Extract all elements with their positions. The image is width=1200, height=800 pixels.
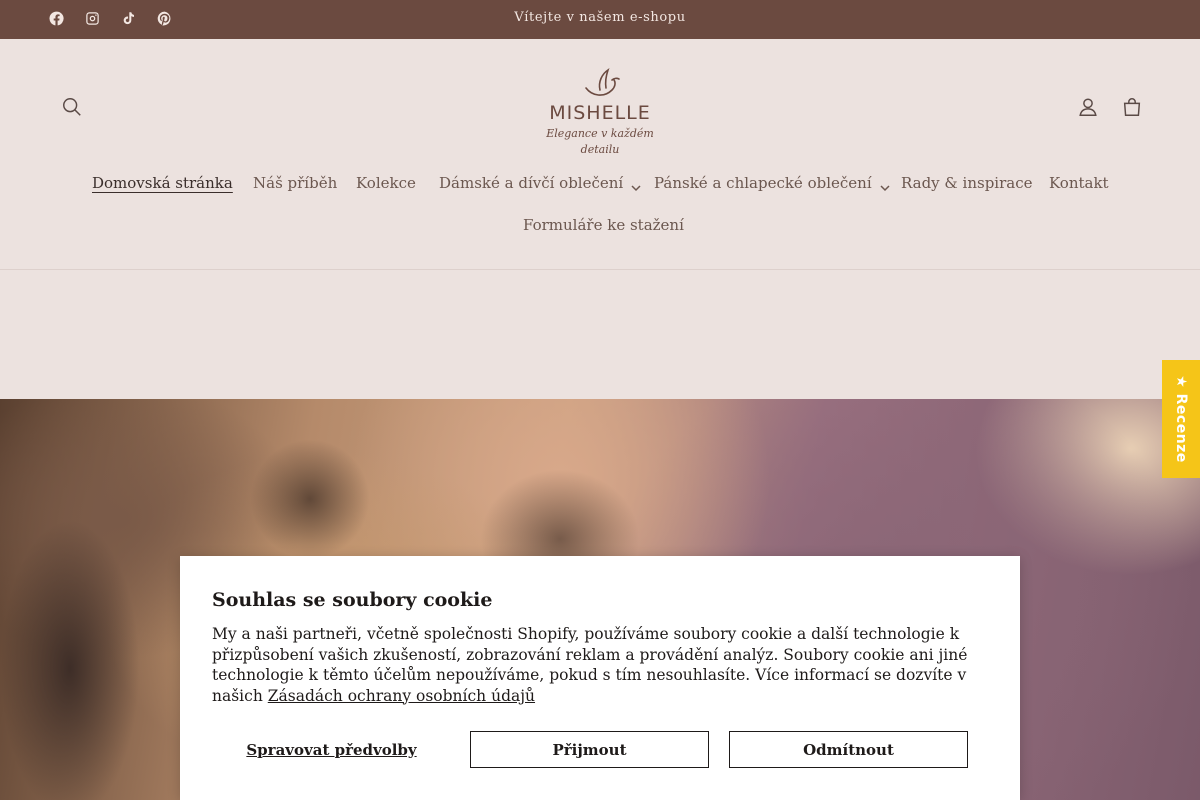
nav-contact[interactable]: Kontakt	[1049, 174, 1109, 192]
nav-home[interactable]: Domovská stránka	[92, 174, 233, 192]
site-header: MISHELLE Elegance v každém detailu Domov…	[0, 39, 1200, 270]
chevron-down-icon	[880, 179, 890, 192]
nav-womens-clothing[interactable]: Dámské a dívčí oblečení	[439, 174, 641, 192]
manage-preferences-button[interactable]: Spravovat předvolby	[212, 731, 451, 768]
empty-banner	[0, 270, 1200, 399]
bird-logo-icon	[585, 68, 620, 96]
cart-icon[interactable]	[1119, 94, 1145, 120]
search-icon[interactable]	[59, 94, 85, 120]
privacy-policy-link[interactable]: Zásadách ochrany osobních údajů	[268, 687, 535, 705]
cookie-text: My a naši partneři, včetně společnosti S…	[212, 624, 992, 706]
announcement-message: Vítejte v našem e-shopu	[514, 10, 686, 25]
reviews-tab-label: ★ Recenze	[1173, 375, 1190, 463]
cookie-title: Souhlas se soubory cookie	[212, 589, 493, 611]
nav-collections[interactable]: Kolekce	[356, 174, 416, 192]
accept-button[interactable]: Přijmout	[470, 731, 709, 768]
announcement-bar: Vítejte v našem e-shopu	[0, 0, 1200, 39]
hero-shadow	[250, 439, 370, 559]
account-icon[interactable]	[1075, 94, 1101, 120]
chevron-down-icon	[631, 179, 641, 192]
reviews-tab[interactable]: ★ Recenze	[1162, 360, 1200, 478]
nav-mens-clothing[interactable]: Pánské a chlapecké oblečení	[654, 174, 890, 192]
nav-womens-label: Dámské a dívčí oblečení	[439, 174, 624, 192]
logo-tagline: Elegance v každém detailu	[546, 127, 654, 156]
decline-button[interactable]: Odmítnout	[729, 731, 968, 768]
nav-tips[interactable]: Rady & inspirace	[901, 174, 1033, 192]
hero-shadow	[0, 519, 140, 800]
cookie-consent-banner: Souhlas se soubory cookie My a naši part…	[180, 556, 1020, 800]
logo-name: MISHELLE	[549, 102, 651, 124]
nav-forms[interactable]: Formuláře ke stažení	[523, 216, 684, 234]
nav-our-story[interactable]: Náš příběh	[253, 174, 337, 192]
nav-mens-label: Pánské a chlapecké oblečení	[654, 174, 872, 192]
site-logo[interactable]: MISHELLE Elegance v každém detailu	[530, 66, 670, 156]
